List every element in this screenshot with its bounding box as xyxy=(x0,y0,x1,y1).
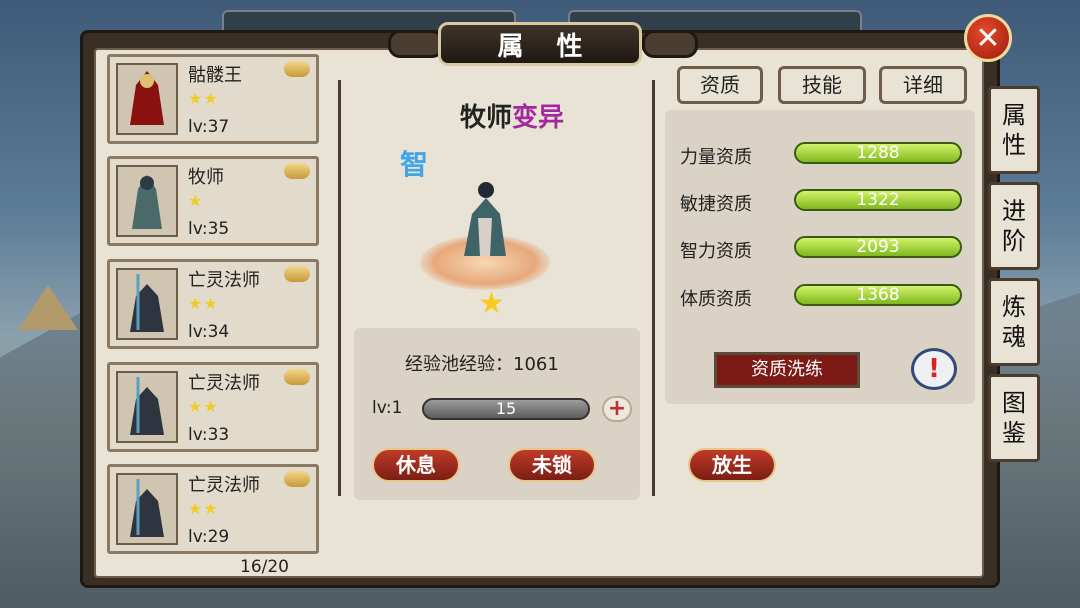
hero-name: 骷髅王 xyxy=(188,65,242,86)
hero-level: lv:35 xyxy=(188,219,230,239)
hero-figure xyxy=(456,178,512,262)
stat-bar-intelligence: 2093 xyxy=(794,236,962,258)
card-ornament-icon xyxy=(284,61,310,77)
stat-label-constitution: 体质资质 xyxy=(680,289,752,310)
hero-level: lv:37 xyxy=(188,117,230,137)
side-tab-label: 图 xyxy=(1002,389,1026,417)
stat-bar-strength: 1288 xyxy=(794,142,962,164)
side-tab-label: 鉴 xyxy=(1002,419,1026,447)
aptitude-refine-button[interactable]: 资质洗练 xyxy=(714,352,860,388)
rest-button[interactable]: 休息 xyxy=(372,448,460,482)
hero-card-4[interactable]: 亡灵法师 ★★ lv:33 xyxy=(107,362,319,452)
hero-stars: ★★ xyxy=(188,294,219,313)
stat-label-strength: 力量资质 xyxy=(680,147,752,168)
hero-portrait xyxy=(116,473,178,545)
side-tab-advance[interactable]: 进 阶 xyxy=(988,182,1040,270)
hero-level: lv:33 xyxy=(188,425,230,445)
tab-skills[interactable]: 技能 xyxy=(778,66,866,104)
hero-stars: ★★ xyxy=(188,397,219,416)
hero-name: 亡灵法师 xyxy=(188,475,260,496)
side-tab-label: 阶 xyxy=(1002,227,1026,255)
hero-stars: ★★ xyxy=(188,499,219,518)
stat-label-intelligence: 智力资质 xyxy=(680,241,752,262)
divider-right xyxy=(652,80,655,496)
hero-count: 16/20 xyxy=(240,557,289,577)
side-tab-attributes[interactable]: 属 性 xyxy=(988,86,1040,174)
warning-icon[interactable]: ! xyxy=(911,348,957,390)
level-label: lv:1 xyxy=(372,398,403,418)
hero-detail-name: 牧师 xyxy=(460,103,513,133)
title-scroll-left xyxy=(388,30,444,58)
stat-label-agility: 敏捷资质 xyxy=(680,194,752,215)
stat-bar-constitution: 1368 xyxy=(794,284,962,306)
close-icon: ✕ xyxy=(975,20,1001,56)
side-tab-label: 魂 xyxy=(1002,323,1026,351)
tab-details[interactable]: 详细 xyxy=(879,66,967,104)
card-ornament-icon xyxy=(284,266,310,282)
side-tab-soul[interactable]: 炼 魂 xyxy=(988,278,1040,366)
card-ornament-icon xyxy=(284,471,310,487)
hero-card-5[interactable]: 亡灵法师 ★★ lv:29 xyxy=(107,464,319,554)
hero-stars: ★ xyxy=(188,191,204,210)
hero-level: lv:34 xyxy=(188,322,230,342)
side-tab-label: 进 xyxy=(1002,197,1026,225)
hero-portrait xyxy=(116,63,178,135)
card-ornament-icon xyxy=(284,369,310,385)
hero-card-2[interactable]: 牧师 ★ lv:35 xyxy=(107,156,319,246)
lock-button[interactable]: 未锁 xyxy=(508,448,596,482)
hero-card-3[interactable]: 亡灵法师 ★★ lv:34 xyxy=(107,259,319,349)
hero-name: 亡灵法师 xyxy=(188,270,260,291)
hero-portrait xyxy=(116,165,178,237)
stat-bar-agility: 1322 xyxy=(794,189,962,211)
window-title-plate: 属 性 xyxy=(438,22,642,66)
hero-portrait xyxy=(116,371,178,443)
mutation-tag: 变异 xyxy=(512,103,565,133)
hero-card-1[interactable]: 骷髅王 ★★ lv:37 xyxy=(107,54,319,144)
card-ornament-icon xyxy=(284,163,310,179)
intelligence-attribute-icon: 智 xyxy=(400,148,429,181)
side-tab-codex[interactable]: 图 鉴 xyxy=(988,374,1040,462)
divider-left xyxy=(338,80,341,496)
add-exp-button[interactable]: + xyxy=(602,396,632,422)
title-scroll-right xyxy=(642,30,698,58)
hero-name: 牧师 xyxy=(188,167,224,188)
window-title: 属 性 xyxy=(497,31,595,62)
hero-level: lv:29 xyxy=(188,527,230,547)
exp-bar: 15 xyxy=(422,398,590,420)
tab-aptitude[interactable]: 资质 xyxy=(677,66,763,104)
release-button[interactable]: 放生 xyxy=(688,448,776,482)
hero-name: 亡灵法师 xyxy=(188,373,260,394)
star-icon: ★ xyxy=(478,286,505,321)
close-button[interactable]: ✕ xyxy=(964,14,1012,62)
side-tab-label: 炼 xyxy=(1002,293,1026,321)
hero-portrait xyxy=(116,268,178,340)
plus-icon: + xyxy=(607,396,627,421)
exp-pool-label: 经验池经验：1061 xyxy=(405,354,559,375)
hero-detail-title: 牧师变异 xyxy=(460,97,564,134)
hero-stars: ★★ xyxy=(188,89,219,108)
side-tab-label: 属 xyxy=(1002,101,1026,129)
side-tab-label: 性 xyxy=(1002,131,1026,159)
